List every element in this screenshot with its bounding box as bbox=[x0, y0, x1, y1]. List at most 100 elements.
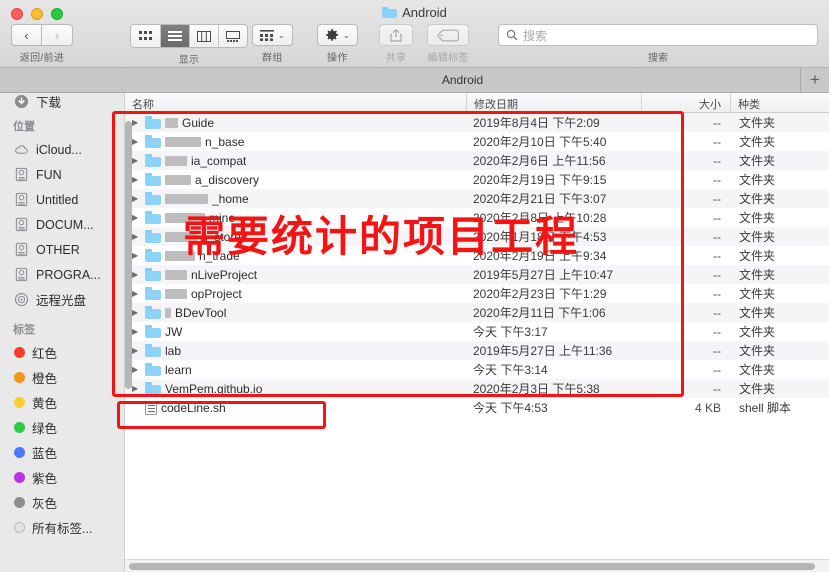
list-view-button[interactable] bbox=[160, 25, 189, 47]
sidebar-item-documents-disk[interactable]: DOCUM... bbox=[0, 212, 124, 237]
sidebar-item-icloud[interactable]: iCloud... bbox=[0, 137, 124, 162]
cell-size: -- bbox=[713, 191, 721, 206]
sidebar-item-other[interactable]: OTHER bbox=[0, 237, 124, 262]
table-row[interactable]: ▶ opProject 2020年2月23日 下午1:29 -- 文件夹 bbox=[125, 284, 829, 303]
disclosure-triangle-icon[interactable]: ▶ bbox=[132, 194, 141, 203]
view-label: 显示 bbox=[178, 55, 200, 66]
disclosure-triangle-icon[interactable]: ▶ bbox=[132, 175, 141, 184]
sidebar-item-program[interactable]: PROGRA... bbox=[0, 262, 124, 287]
script-icon bbox=[145, 400, 157, 415]
table-row[interactable]: ▶ nLiveProject 2019年5月27日 上午10:47 -- 文件夹 bbox=[125, 265, 829, 284]
search-input[interactable]: 搜索 bbox=[498, 24, 818, 46]
redacted-name-block bbox=[165, 136, 201, 147]
sidebar-item-downloads[interactable]: 下载 bbox=[0, 93, 124, 109]
disclosure-triangle-icon[interactable]: ▶ bbox=[132, 384, 141, 393]
disclosure-triangle-icon[interactable]: ▶ bbox=[132, 232, 141, 241]
cell-date: 2020年2月6日 上午11:56 bbox=[473, 154, 606, 168]
tag-dot-icon bbox=[14, 447, 25, 458]
redacted-name-block bbox=[165, 231, 197, 242]
disclosure-triangle-icon[interactable]: ▶ bbox=[132, 251, 141, 260]
sidebar-item-label: 蓝色 bbox=[32, 447, 58, 461]
cell-name: ▶ n_base bbox=[125, 135, 466, 149]
group-button[interactable]: ⌄ bbox=[252, 24, 293, 46]
sidebar-item-fun[interactable]: FUN bbox=[0, 162, 124, 187]
sidebar-item-remote-disc[interactable]: 远程光盘 bbox=[0, 287, 124, 312]
cell-kind: 文件夹 bbox=[739, 116, 776, 130]
redacted-name-block bbox=[165, 193, 208, 204]
back-button[interactable]: ‹ bbox=[11, 24, 42, 46]
sidebar-tag-orange[interactable]: 橙色 bbox=[0, 365, 124, 390]
table-row[interactable]: ▶ BDevTool 2020年2月11日 下午1:06 -- 文件夹 bbox=[125, 303, 829, 322]
cell-kind: 文件夹 bbox=[739, 363, 776, 377]
cell-date: 2020年2月19日 上午9:34 bbox=[473, 249, 607, 263]
cell-name: ▶ nLiveProject bbox=[125, 268, 466, 282]
tab-android[interactable]: Android bbox=[125, 68, 801, 92]
table-row[interactable]: codeLine.sh 今天 下午4:53 4 KB shell 脚本 bbox=[125, 398, 829, 417]
sidebar-tag-purple[interactable]: 紫色 bbox=[0, 465, 124, 490]
disclosure-triangle-icon[interactable]: ▶ bbox=[132, 156, 141, 165]
disclosure-triangle-icon[interactable]: ▶ bbox=[132, 118, 141, 127]
edit-tags-button[interactable] bbox=[427, 24, 469, 46]
sidebar-tag-yellow[interactable]: 黄色 bbox=[0, 390, 124, 415]
file-name: learn bbox=[165, 362, 192, 377]
table-row[interactable]: ▶ _home 2020年2月21日 下午3:07 -- 文件夹 bbox=[125, 189, 829, 208]
cell-size: -- bbox=[713, 115, 721, 130]
cell-name: ▶ Guide bbox=[125, 116, 466, 130]
cell-name: ▶ JW bbox=[125, 325, 466, 339]
download-icon bbox=[14, 94, 29, 108]
disclosure-triangle-icon[interactable]: ▶ bbox=[132, 308, 141, 317]
action-button[interactable]: ⌄ bbox=[317, 24, 358, 46]
vertical-scrollbar[interactable] bbox=[125, 121, 132, 389]
disclosure-triangle-icon[interactable]: ▶ bbox=[132, 137, 141, 146]
folder-icon bbox=[145, 287, 161, 300]
cell-date: 2020年2月3日 下午5:38 bbox=[473, 382, 600, 396]
table-row[interactable]: ▶ JW 今天 下午3:17 -- 文件夹 bbox=[125, 322, 829, 341]
sidebar-tag-gray[interactable]: 灰色 bbox=[0, 490, 124, 515]
table-row[interactable]: ▶ ia_compat 2020年2月6日 上午11:56 -- 文件夹 bbox=[125, 151, 829, 170]
file-name: VemPem.github.io bbox=[165, 381, 263, 396]
sidebar-tag-all[interactable]: 所有标签... bbox=[0, 515, 124, 540]
column-header-kind[interactable]: 种类 bbox=[730, 93, 829, 112]
disclosure-triangle-icon[interactable]: ▶ bbox=[132, 346, 141, 355]
table-row[interactable]: ▶ Guide 2019年8月4日 下午2:09 -- 文件夹 bbox=[125, 113, 829, 132]
column-header-size[interactable]: 大小 bbox=[641, 93, 730, 112]
table-row[interactable]: ▶ VemPem.github.io 2020年2月3日 下午5:38 -- 文件夹 bbox=[125, 379, 829, 398]
sidebar-tag-blue[interactable]: 蓝色 bbox=[0, 440, 124, 465]
table-row[interactable]: ▶ n_store 2020年1月18日 下午4:53 -- 文件夹 bbox=[125, 227, 829, 246]
forward-button[interactable]: › bbox=[42, 24, 73, 46]
cell-name: ▶ mine bbox=[125, 211, 466, 225]
icon-view-button[interactable] bbox=[131, 25, 160, 47]
sidebar-item-untitled[interactable]: Untitled bbox=[0, 187, 124, 212]
cell-date: 2020年2月21日 下午3:07 bbox=[473, 192, 607, 206]
disclosure-triangle-icon[interactable]: ▶ bbox=[132, 289, 141, 298]
horizontal-scrollbar[interactable] bbox=[129, 563, 815, 570]
sidebar-tag-red[interactable]: 红色 bbox=[0, 340, 124, 365]
file-name: opProject bbox=[191, 286, 242, 301]
table-row[interactable]: ▶ n_trade 2020年2月19日 上午9:34 -- 文件夹 bbox=[125, 246, 829, 265]
edit-tags-label: 编辑标签 bbox=[427, 53, 469, 64]
disclosure-triangle-icon[interactable]: ▶ bbox=[132, 327, 141, 336]
sidebar-item-label: 橙色 bbox=[32, 372, 58, 386]
table-row[interactable]: ▶ mine 2020年2月8日 上午10:28 -- 文件夹 bbox=[125, 208, 829, 227]
file-name: mine bbox=[209, 210, 236, 225]
sidebar-item-label: FUN bbox=[36, 167, 62, 182]
column-view-button[interactable] bbox=[189, 25, 218, 47]
gallery-view-button[interactable] bbox=[218, 25, 247, 47]
share-button[interactable] bbox=[379, 24, 413, 46]
table-row[interactable]: ▶ learn 今天 下午3:14 -- 文件夹 bbox=[125, 360, 829, 379]
disclosure-triangle-icon[interactable]: ▶ bbox=[132, 270, 141, 279]
new-tab-button[interactable]: + bbox=[801, 68, 829, 92]
disclosure-triangle-icon[interactable]: ▶ bbox=[132, 213, 141, 222]
column-header-date[interactable]: 修改日期 bbox=[466, 93, 641, 112]
cell-date: 2020年1月18日 下午4:53 bbox=[473, 230, 607, 244]
sidebar-tag-green[interactable]: 绿色 bbox=[0, 415, 124, 440]
tag-dot-icon bbox=[14, 497, 25, 508]
cell-kind: 文件夹 bbox=[739, 230, 776, 244]
redacted-name-block bbox=[165, 155, 187, 166]
cell-size: -- bbox=[713, 210, 721, 225]
column-header-name[interactable]: 名称 bbox=[125, 93, 466, 112]
disclosure-triangle-icon[interactable]: ▶ bbox=[132, 365, 141, 374]
table-row[interactable]: ▶ n_base 2020年2月10日 下午5:40 -- 文件夹 bbox=[125, 132, 829, 151]
table-row[interactable]: ▶ lab 2019年5月27日 上午11:36 -- 文件夹 bbox=[125, 341, 829, 360]
table-row[interactable]: ▶ a_discovery 2020年2月19日 下午9:15 -- 文件夹 bbox=[125, 170, 829, 189]
